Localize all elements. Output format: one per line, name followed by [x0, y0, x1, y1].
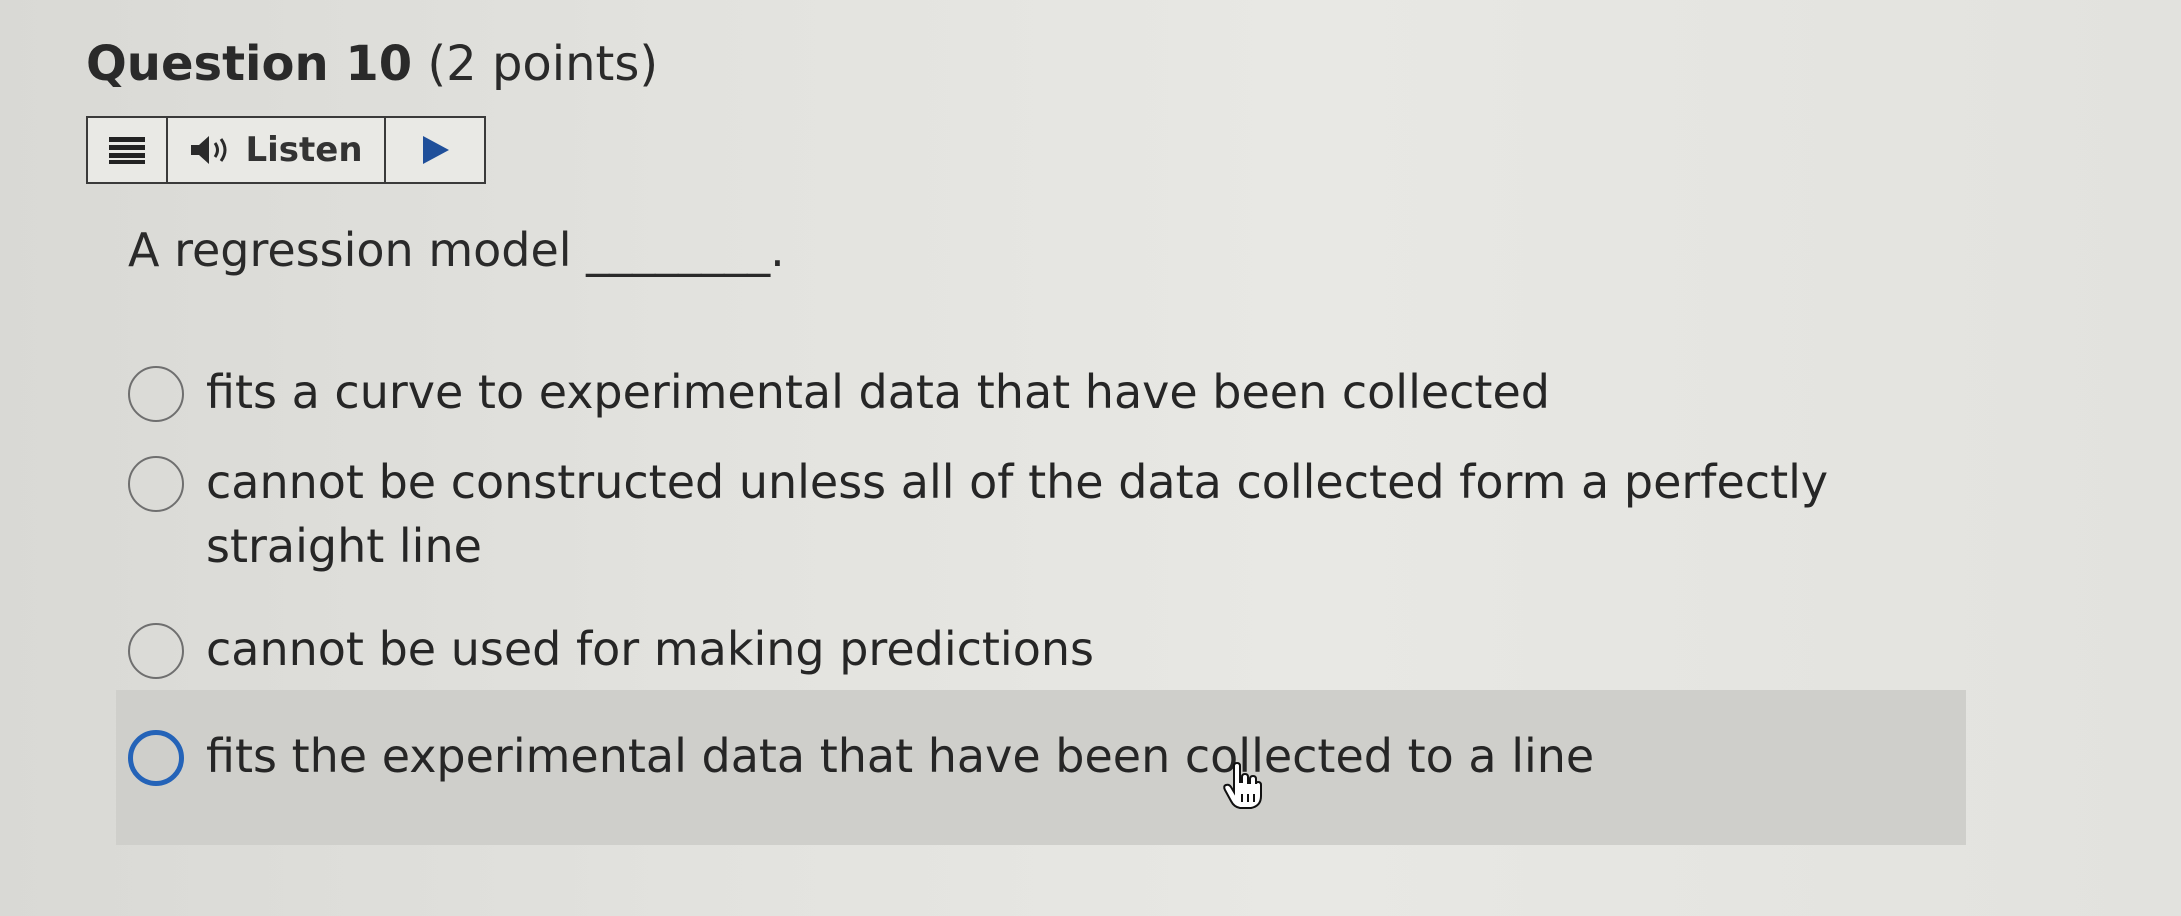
answer-option-3[interactable]: cannot be used for making predictions	[128, 617, 1094, 681]
menu-button[interactable]	[88, 118, 168, 182]
answer-option-text: cannot be constructed unless all of the …	[206, 455, 1829, 573]
radio-button[interactable]	[128, 730, 184, 786]
answer-option-text: cannot be used for making predictions	[206, 622, 1094, 676]
listen-label: Listen	[245, 130, 363, 170]
answer-option-2[interactable]: cannot be constructed unless all of the …	[128, 450, 1908, 578]
speaker-icon	[191, 136, 227, 164]
answer-option-text: fits a curve to experimental data that h…	[206, 365, 1550, 419]
question-number: Question 10	[86, 36, 413, 92]
answer-option-1[interactable]: fits a curve to experimental data that h…	[128, 360, 1550, 424]
radio-button[interactable]	[128, 623, 184, 679]
radio-button[interactable]	[128, 366, 184, 422]
answer-option-text: fits the experimental data that have bee…	[206, 729, 1595, 783]
question-prompt: A regression model ________.	[128, 223, 785, 277]
question-title: Question 10 (2 points)	[86, 34, 658, 94]
listen-toolbar: Listen	[86, 116, 486, 184]
menu-lines-icon	[109, 137, 145, 164]
answer-option-4[interactable]: fits the experimental data that have bee…	[128, 724, 1594, 788]
play-button[interactable]	[386, 118, 484, 182]
radio-button[interactable]	[128, 456, 184, 512]
play-icon	[423, 136, 449, 164]
listen-button[interactable]: Listen	[168, 118, 386, 182]
hand-cursor-icon	[1223, 762, 1262, 809]
question-points: (2 points)	[427, 36, 659, 92]
